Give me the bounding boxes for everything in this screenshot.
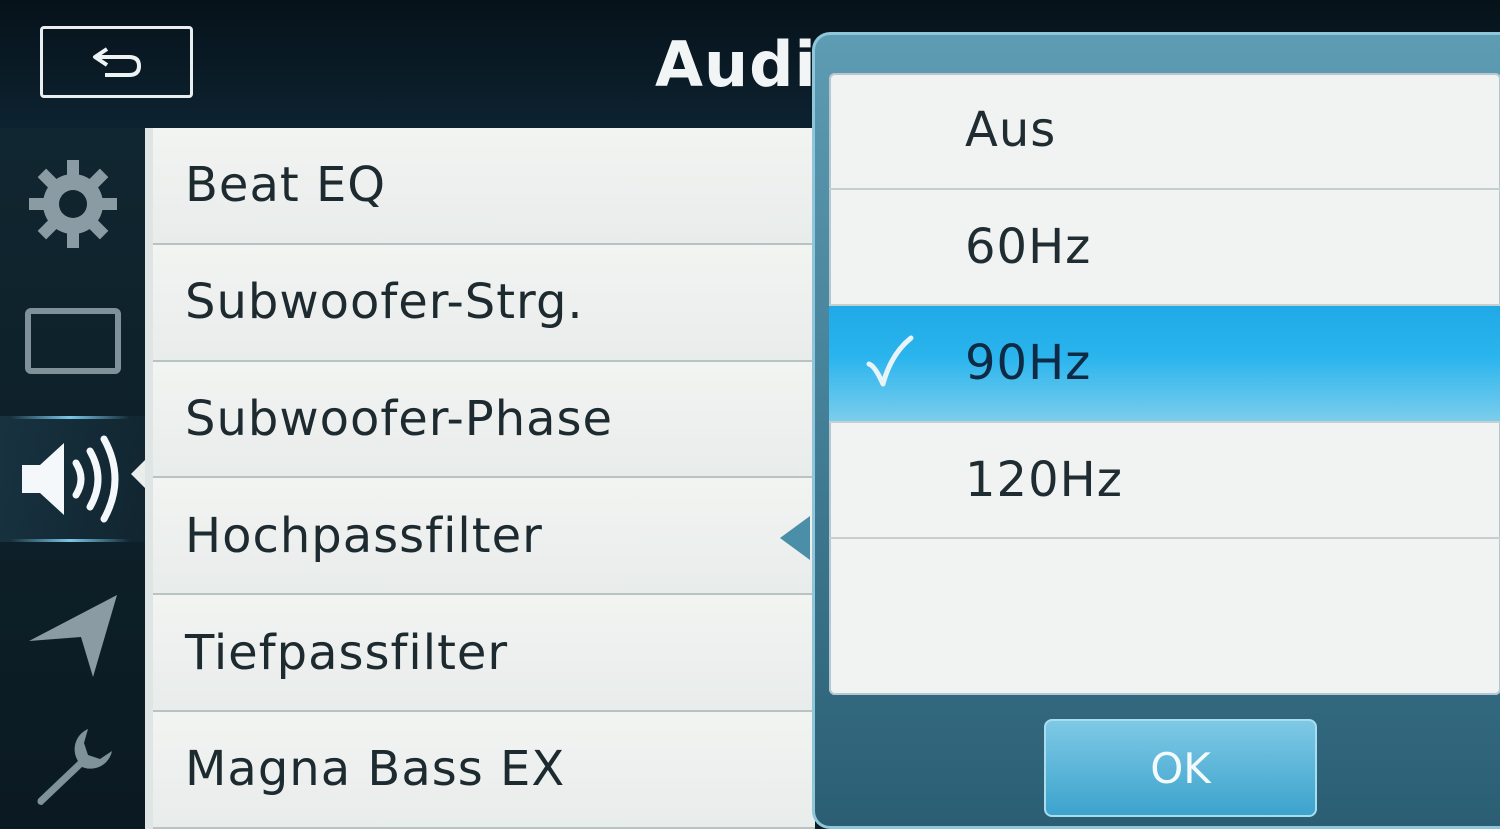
option-label: Aus (965, 102, 1057, 159)
menu-item-label: Tiefpassfilter (185, 624, 509, 681)
option-label: 90Hz (965, 335, 1092, 392)
option-90hz[interactable]: 90Hz (829, 306, 1500, 423)
navigation-arrow-icon (28, 594, 117, 677)
menu-item-label: Subwoofer-Strg. (185, 274, 584, 331)
menu-item-subwoofer-phase[interactable]: Subwoofer-Phase (153, 361, 815, 479)
option-empty (829, 539, 1500, 656)
popup-pointer (780, 516, 810, 560)
menu-item-subwoofer-strg[interactable]: Subwoofer-Strg. (153, 244, 815, 362)
option-aus[interactable]: Aus (829, 73, 1500, 190)
sidebar-item-tools[interactable] (0, 708, 145, 823)
ok-button[interactable]: OK (1044, 719, 1317, 817)
option-label: 120Hz (965, 451, 1123, 508)
wrench-icon (37, 728, 112, 805)
sidebar-item-display[interactable] (0, 283, 145, 398)
audio-settings-menu: Beat EQ Subwoofer-Strg. Subwoofer-Phase … (145, 128, 815, 829)
sidebar (0, 128, 147, 829)
menu-item-label: Hochpassfilter (185, 507, 543, 564)
menu-item-magna-bass-ex[interactable]: Magna Bass EX (153, 711, 815, 829)
menu-item-hochpassfilter[interactable]: Hochpassfilter (153, 478, 815, 596)
gear-icon (28, 159, 117, 248)
menu-item-label: Subwoofer-Phase (185, 390, 614, 447)
menu-item-tiefpassfilter[interactable]: Tiefpassfilter (153, 595, 815, 712)
page-title: Audi (655, 28, 817, 101)
option-label: 60Hz (965, 218, 1092, 275)
back-button[interactable] (40, 26, 193, 98)
sidebar-item-navigation[interactable] (0, 578, 145, 693)
sidebar-item-settings[interactable] (0, 146, 145, 261)
menu-item-label: Beat EQ (185, 157, 387, 214)
screen-icon (24, 307, 121, 374)
back-arrow-icon (92, 47, 141, 77)
menu-item-beat-eq[interactable]: Beat EQ (153, 128, 815, 245)
checkmark-icon (866, 335, 914, 387)
menu-item-label: Magna Bass EX (185, 741, 566, 798)
frequency-popup: Aus 60Hz 90Hz 120Hz OK (812, 32, 1500, 829)
speaker-icon (21, 435, 118, 523)
option-60hz[interactable]: 60Hz (829, 190, 1500, 306)
option-list: Aus 60Hz 90Hz 120Hz (829, 73, 1500, 695)
option-120hz[interactable]: 120Hz (829, 423, 1500, 539)
sidebar-item-audio[interactable] (0, 416, 147, 542)
